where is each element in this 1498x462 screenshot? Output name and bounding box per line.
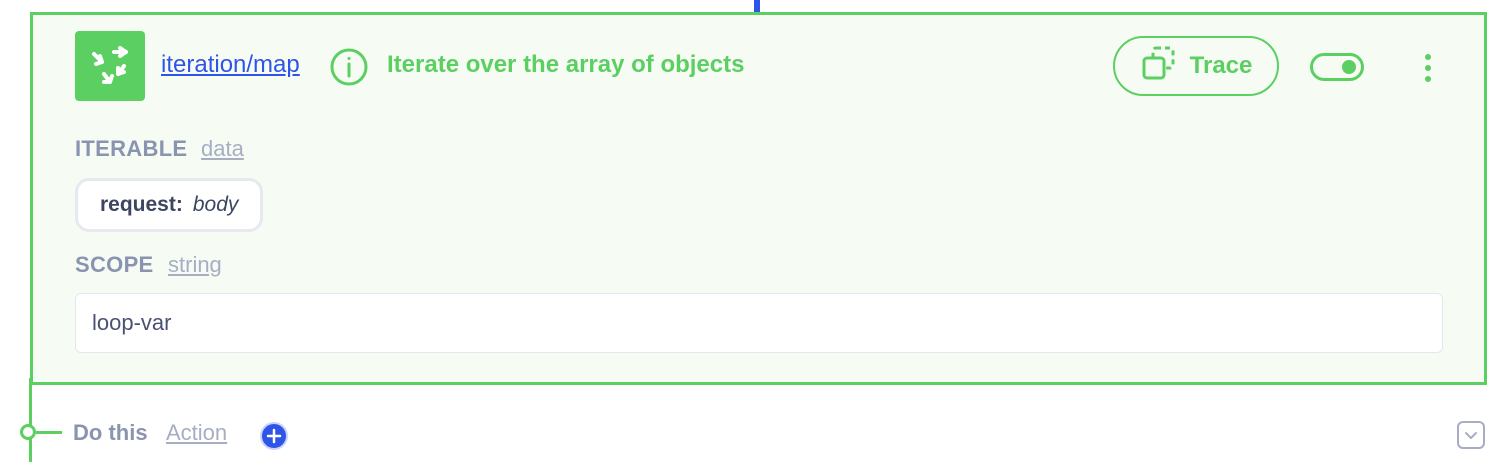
pill-path: body — [192, 193, 239, 216]
scope-type-link[interactable]: string — [168, 252, 222, 278]
add-action-button[interactable] — [259, 421, 289, 451]
scope-label: SCOPE — [75, 252, 154, 277]
enable-toggle[interactable] — [1310, 53, 1364, 81]
info-icon[interactable] — [329, 47, 369, 87]
flow-rail — [29, 378, 32, 462]
toggle-knob — [1342, 60, 1356, 74]
trace-label: Trace — [1189, 52, 1253, 79]
more-options-icon[interactable] — [1413, 53, 1443, 83]
step-card: iteration/map Iterate over the array of … — [30, 12, 1487, 385]
flow-connector-top — [754, 0, 760, 12]
module-link[interactable]: iteration/map — [161, 51, 300, 79]
scope-input[interactable]: loop-var — [75, 293, 1443, 353]
trace-icon — [1140, 45, 1178, 88]
loop-arrows-icon — [75, 31, 145, 101]
iterable-value-pill[interactable]: request: body — [75, 178, 264, 232]
do-this-label: Do this — [73, 420, 148, 445]
flow-node — [20, 424, 36, 440]
action-type-link[interactable]: Action — [166, 420, 227, 446]
trace-button[interactable]: Trace — [1113, 36, 1279, 96]
iterable-type-link[interactable]: data — [201, 136, 244, 162]
collapse-button[interactable] — [1457, 421, 1485, 449]
step-description: Iterate over the array of objects — [387, 51, 745, 78]
chevron-down-icon — [1465, 432, 1477, 439]
pill-key: request: — [100, 193, 183, 216]
plus-circle-icon — [260, 422, 288, 450]
iterable-label: ITERABLE — [75, 136, 188, 161]
flow-branch-line — [36, 431, 62, 434]
